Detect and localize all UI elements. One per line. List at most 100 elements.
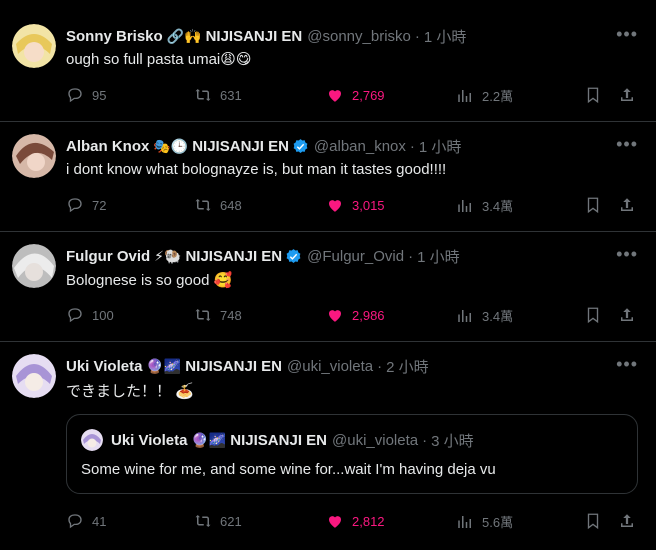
- heart-icon: [329, 310, 341, 322]
- quoted-timestamp: 3 小時: [431, 433, 474, 450]
- tweet-text: ough so full pasta umai😩😋: [66, 51, 252, 68]
- share-button[interactable]: [618, 196, 636, 219]
- name-emojis: 🔮🌌: [146, 357, 182, 374]
- quoted-avatar: [81, 429, 103, 451]
- bookmark-icon: [587, 197, 599, 214]
- retweet-button[interactable]: 748: [194, 306, 242, 324]
- tweet-text: Bolognese is so good 🥰: [66, 272, 233, 289]
- tweet[interactable]: Alban Knox 🎭🕒 NIJISANJI EN @alban_knox ·…: [0, 122, 656, 232]
- author-group[interactable]: NIJISANJI EN: [185, 248, 282, 265]
- separator-dot: ·: [409, 137, 415, 155]
- retweet-count: 621: [220, 513, 242, 529]
- author-group[interactable]: NIJISANJI EN: [185, 358, 282, 375]
- author-name[interactable]: Uki Violeta: [66, 358, 142, 375]
- retweet-icon: [195, 89, 211, 101]
- timestamp[interactable]: 1 小時: [417, 246, 460, 267]
- reply-count: 72: [92, 197, 107, 213]
- heart-icon: [329, 200, 341, 212]
- author-group[interactable]: NIJISANJI EN: [192, 138, 289, 155]
- timestamp[interactable]: 1 小時: [424, 26, 467, 47]
- separator-dot: ·: [422, 432, 428, 449]
- name-emojis: ⚡🐏: [154, 247, 182, 264]
- name-emojis: 🔗🙌: [166, 27, 202, 44]
- retweet-button[interactable]: 621: [194, 512, 242, 530]
- quoted-author-name: Uki Violeta: [111, 432, 188, 449]
- share-icon: [621, 198, 633, 211]
- reply-button[interactable]: 95: [66, 86, 106, 104]
- author-name[interactable]: Sonny Brisko: [66, 28, 163, 45]
- views-icon: [458, 199, 471, 212]
- view-count: 3.4萬: [482, 199, 514, 214]
- view-count: 2.2萬: [482, 89, 514, 104]
- author-name[interactable]: Alban Knox: [66, 138, 149, 155]
- quoted-text: Some wine for me, and some wine for...wa…: [81, 461, 496, 478]
- bookmark-button[interactable]: [584, 86, 602, 109]
- reply-button[interactable]: 72: [66, 196, 106, 214]
- reply-icon: [68, 88, 82, 103]
- separator-dot: ·: [414, 27, 420, 45]
- more-options-icon[interactable]: •••: [616, 244, 638, 265]
- retweet-icon: [195, 515, 211, 527]
- retweet-count: 748: [220, 307, 242, 323]
- author-handle[interactable]: @sonny_brisko: [307, 28, 411, 45]
- quoted-author-group: NIJISANJI EN: [230, 432, 327, 449]
- more-options-icon[interactable]: •••: [616, 134, 638, 155]
- quoted-tweet[interactable]: Uki Violeta 🔮🌌 NIJISANJI EN @uki_violeta…: [66, 414, 638, 494]
- views-button[interactable]: 5.6萬: [456, 512, 513, 531]
- reply-icon: [68, 198, 82, 213]
- reply-icon: [68, 308, 82, 323]
- reply-count: 41: [92, 513, 107, 529]
- tweet-text: できました！！ 🍝: [66, 383, 194, 400]
- separator-dot: ·: [377, 357, 383, 375]
- quoted-author-handle: @uki_violeta: [332, 432, 419, 449]
- views-button[interactable]: 3.4萬: [456, 306, 513, 325]
- avatar[interactable]: [12, 134, 56, 178]
- share-icon: [621, 514, 633, 527]
- bookmark-icon: [587, 513, 599, 530]
- tweet[interactable]: Sonny Brisko 🔗🙌 NIJISANJI EN @sonny_bris…: [0, 0, 656, 122]
- views-icon: [458, 309, 471, 322]
- share-button[interactable]: [618, 512, 636, 535]
- tweet[interactable]: Uki Violeta 🔮🌌 NIJISANJI EN @uki_violeta…: [0, 342, 656, 550]
- view-count: 5.6萬: [482, 515, 514, 530]
- avatar[interactable]: [12, 244, 56, 288]
- retweet-icon: [195, 309, 211, 321]
- retweet-button[interactable]: 648: [194, 196, 242, 214]
- like-button[interactable]: 2,769: [326, 86, 385, 104]
- reply-icon: [68, 514, 82, 529]
- more-options-icon[interactable]: •••: [616, 354, 638, 375]
- avatar[interactable]: [12, 24, 56, 68]
- like-button[interactable]: 2,986: [326, 306, 385, 324]
- tweet[interactable]: Fulgur Ovid ⚡🐏 NIJISANJI EN @Fulgur_Ovid…: [0, 232, 656, 342]
- retweet-count: 631: [220, 87, 242, 103]
- heart-icon: [329, 90, 341, 102]
- retweet-icon: [195, 199, 211, 211]
- author-handle[interactable]: @uki_violeta: [287, 358, 373, 375]
- views-button[interactable]: 2.2萬: [456, 86, 513, 105]
- reply-button[interactable]: 41: [66, 512, 106, 530]
- retweet-button[interactable]: 631: [194, 86, 242, 104]
- bookmark-icon: [587, 307, 599, 324]
- share-button[interactable]: [618, 306, 636, 329]
- retweet-count: 648: [220, 197, 242, 213]
- like-button[interactable]: 3,015: [326, 196, 385, 214]
- views-icon: [458, 515, 471, 528]
- share-button[interactable]: [618, 86, 636, 109]
- bookmark-button[interactable]: [584, 512, 602, 535]
- author-handle[interactable]: @Fulgur_Ovid: [307, 248, 404, 265]
- timestamp[interactable]: 2 小時: [386, 356, 429, 377]
- more-options-icon[interactable]: •••: [616, 24, 638, 45]
- verified-badge-icon: [293, 138, 308, 153]
- quoted-name-emojis: 🔮🌌: [191, 432, 227, 448]
- reply-button[interactable]: 100: [66, 306, 114, 324]
- like-button[interactable]: 2,812: [326, 512, 385, 530]
- timestamp[interactable]: 1 小時: [419, 136, 462, 157]
- bookmark-button[interactable]: [584, 306, 602, 329]
- author-group[interactable]: NIJISANJI EN: [206, 28, 303, 45]
- author-handle[interactable]: @alban_knox: [314, 138, 406, 155]
- reply-count: 100: [92, 307, 114, 323]
- bookmark-button[interactable]: [584, 196, 602, 219]
- avatar[interactable]: [12, 354, 56, 398]
- views-button[interactable]: 3.4萬: [456, 196, 513, 215]
- author-name[interactable]: Fulgur Ovid: [66, 248, 150, 265]
